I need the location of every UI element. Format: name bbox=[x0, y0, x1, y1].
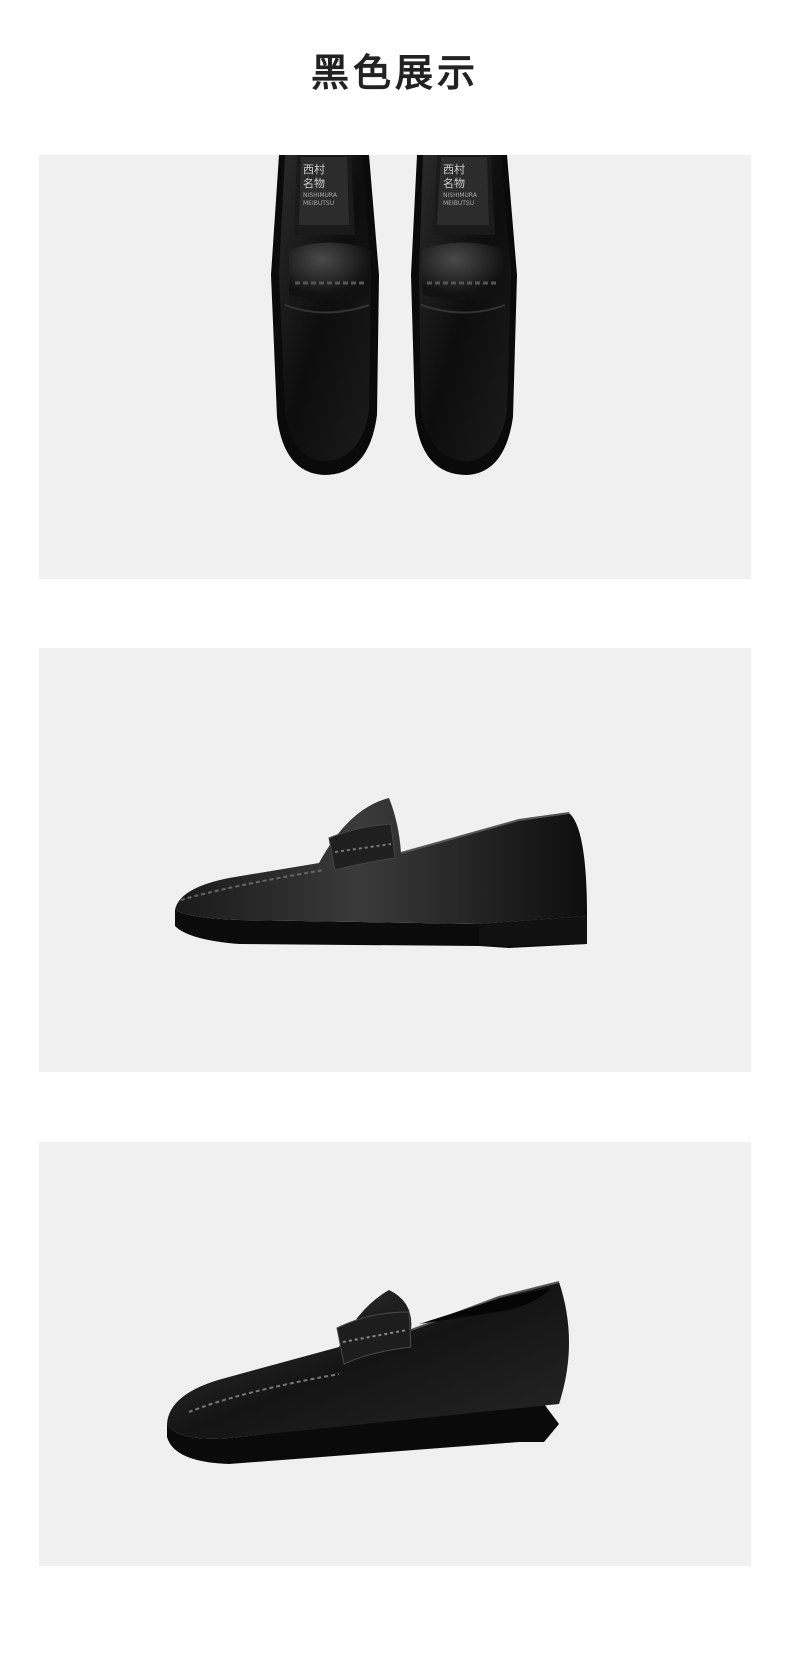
product-photo-three-quarter-view bbox=[39, 1142, 751, 1566]
insole-brand-text: 名物 bbox=[303, 176, 325, 190]
insole-brand-text: 西村 bbox=[443, 162, 465, 176]
insole-brand-text: MEIBUTSU bbox=[303, 200, 334, 207]
insole-brand-text: 西村 bbox=[303, 162, 325, 176]
shoe-three-quarter-illustration bbox=[167, 1281, 569, 1464]
shoe-side bbox=[175, 798, 587, 948]
product-photo-top-view: 西村 名物 NISHIMURA MEIBUTSU 西村 名物 NISHIMURA… bbox=[39, 155, 751, 579]
insole-brand-text: NISHIMURA bbox=[443, 192, 478, 199]
left-shoe: 西村 名物 NISHIMURA MEIBUTSU bbox=[271, 155, 379, 475]
product-photo-side-view bbox=[39, 648, 751, 1072]
insole-brand-text: MEIBUTSU bbox=[443, 200, 474, 207]
insole-brand-text: NISHIMURA bbox=[303, 192, 338, 199]
page-title: 黑色展示 bbox=[310, 50, 479, 95]
right-shoe: 西村 名物 NISHIMURA MEIBUTSU bbox=[411, 155, 517, 475]
shoe-pair-top-illustration: 西村 名物 NISHIMURA MEIBUTSU 西村 名物 NISHIMURA… bbox=[271, 155, 517, 475]
shoe-three-quarter bbox=[167, 1281, 569, 1464]
insole-brand-text: 名物 bbox=[443, 176, 465, 190]
shoe-side-illustration bbox=[175, 798, 587, 948]
